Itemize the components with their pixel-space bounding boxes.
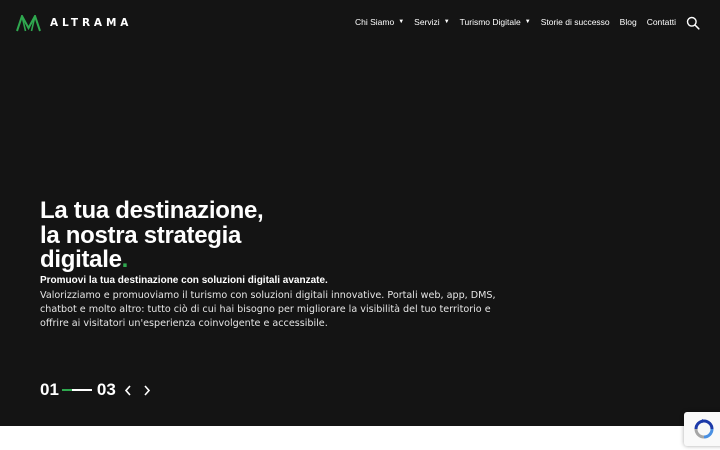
hero-headline: La tua destinazione, la nostra strategia… (40, 197, 340, 273)
slide-progress-fill (61, 389, 72, 391)
headline-line: la nostra strategia (40, 221, 242, 249)
slide-prev-button[interactable] (121, 383, 135, 397)
slide-next-button[interactable] (140, 383, 154, 397)
nav-item-blog[interactable]: Blog (620, 17, 637, 27)
slider-counter: 01 03 (40, 380, 154, 400)
nav-item-label: Servizi (414, 17, 440, 27)
recaptcha-icon (694, 419, 714, 439)
brand-name: ALTRAMA (50, 17, 133, 30)
recaptcha-badge[interactable] (684, 412, 720, 446)
dropdown-caret-icon: ▼ (398, 19, 405, 25)
nav-item-label: Chi Siamo (355, 17, 395, 27)
main-nav: Chi Siamo ▼ Servizi ▼ Turismo Digitale ▼… (355, 16, 676, 28)
brand-logo[interactable]: ALTRAMA (16, 15, 132, 32)
slide-progress-bar (61, 389, 92, 391)
headline-line-last: digitale. (40, 246, 340, 273)
dropdown-caret-icon: ▼ (443, 19, 450, 25)
search-icon (686, 16, 700, 30)
nav-item-label: Storie di successo (540, 17, 610, 27)
headline-line-text: digitale (40, 246, 122, 273)
nav-item-label: Blog (619, 17, 637, 27)
nav-item-storie-di-successo[interactable]: Storie di successo (541, 17, 610, 27)
nav-item-label: Turismo Digitale (459, 17, 521, 27)
hero-section: ALTRAMA Chi Siamo ▼ Servizi ▼ Turismo Di… (0, 0, 720, 426)
content-section-top (0, 426, 720, 450)
nav-item-servizi[interactable]: Servizi ▼ (414, 17, 449, 27)
altrama-logo-icon (16, 15, 41, 32)
headline-line: La tua destinazione, (40, 197, 264, 224)
headline-accent-dot: . (121, 246, 129, 273)
slide-total-number: 03 (96, 380, 116, 399)
hero-subtitle: Promuovi la tua destinazione con soluzio… (40, 275, 328, 286)
nav-item-contatti[interactable]: Contatti (647, 17, 676, 27)
search-button[interactable] (686, 16, 700, 30)
chevron-right-icon (144, 384, 150, 396)
dropdown-caret-icon: ▼ (524, 19, 531, 25)
slide-current-number: 01 (40, 380, 59, 399)
hero-description: Valorizziamo e promuoviamo il turismo co… (40, 290, 496, 329)
nav-item-chi-siamo[interactable]: Chi Siamo ▼ (355, 17, 404, 27)
nav-item-turismo-digitale[interactable]: Turismo Digitale ▼ (460, 17, 531, 27)
chevron-left-icon (124, 384, 131, 396)
nav-item-label: Contatti (646, 17, 676, 27)
